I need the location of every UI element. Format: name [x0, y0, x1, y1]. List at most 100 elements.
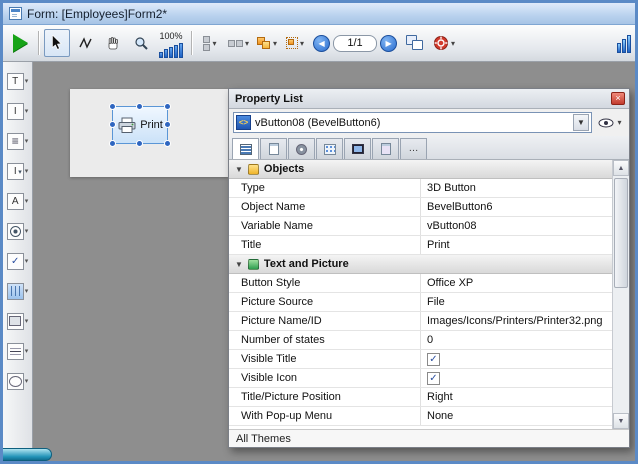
selection-handle[interactable] [109, 103, 116, 110]
property-row[interactable]: Type 3D Button [229, 179, 612, 198]
tab-events[interactable] [372, 138, 399, 159]
collapse-triangle-icon[interactable]: ▼ [235, 260, 243, 269]
selection-handle[interactable] [136, 103, 143, 110]
zoom-bars-icon[interactable] [159, 42, 183, 58]
windows-button[interactable] [402, 29, 428, 57]
next-page-button[interactable]: ▶ [380, 35, 397, 52]
property-row[interactable]: Number of states 0 [229, 331, 612, 350]
property-value[interactable]: BevelButton6 [421, 198, 612, 216]
property-value[interactable]: File [421, 293, 612, 311]
selection-handle[interactable] [109, 121, 116, 128]
chevron-down-icon[interactable]: ▾ [25, 137, 29, 145]
scroll-up-button[interactable]: ▲ [613, 160, 629, 176]
palette-tool-text[interactable]: T▾ [7, 68, 29, 94]
chevron-down-icon[interactable]: ▾ [25, 197, 29, 205]
tab-display[interactable] [344, 138, 371, 159]
tab-appearance[interactable] [260, 138, 287, 159]
palette-tool-label[interactable]: A▾ [7, 188, 29, 214]
chevron-down-icon[interactable]: ▾ [25, 77, 29, 85]
property-row[interactable]: Picture Source File [229, 293, 612, 312]
property-scrollbar[interactable]: ▲ ▼ [612, 160, 629, 429]
chevron-down-icon[interactable]: ▾ [25, 377, 29, 385]
property-row[interactable]: With Pop-up Menu None [229, 407, 612, 426]
chevron-down-icon[interactable]: ▾ [25, 227, 29, 235]
palette-tool-combo[interactable]: I▾ [7, 158, 29, 184]
selection-handle[interactable] [109, 140, 116, 147]
previous-page-button[interactable]: ◀ [313, 35, 330, 52]
selection-handle[interactable] [164, 121, 171, 128]
palette-tool-rectangle[interactable]: ▾ [7, 308, 29, 334]
grid-icon [286, 37, 298, 49]
property-row[interactable]: Title Print [229, 236, 612, 255]
form-page[interactable]: Print [70, 89, 228, 177]
print-button-object[interactable]: Print [112, 106, 168, 144]
property-row[interactable]: Title/Picture Position Right [229, 388, 612, 407]
palette-tool-list[interactable]: ▾ [7, 128, 29, 154]
settings-button[interactable]: ▾ [430, 29, 458, 57]
pan-tool-button[interactable] [100, 29, 126, 57]
property-value[interactable]: Print [421, 236, 612, 254]
property-value[interactable]: vButton08 [421, 217, 612, 235]
palette-tool-splitter[interactable]: ▾ [7, 338, 29, 364]
tab-coordinates[interactable] [316, 138, 343, 159]
property-value[interactable]: Office XP [421, 274, 612, 292]
chevron-down-icon[interactable]: ▾ [25, 167, 29, 175]
distribute-button[interactable]: ▾ [225, 29, 252, 57]
property-row[interactable]: Button Style Office XP [229, 274, 612, 293]
property-row[interactable]: Visible Icon ✓ [229, 369, 612, 388]
tab-all-properties[interactable] [232, 138, 259, 159]
property-row[interactable]: Object Name BevelButton6 [229, 198, 612, 217]
align-button[interactable]: ▾ [197, 29, 223, 57]
form-canvas[interactable]: Print Property List × [33, 62, 635, 461]
palette-tool-input[interactable]: I▾ [7, 98, 29, 124]
scroll-down-button[interactable]: ▼ [613, 413, 629, 429]
chevron-down-icon[interactable]: ▾ [25, 107, 29, 115]
chevron-down-icon[interactable]: ▾ [25, 317, 29, 325]
zoom-widget[interactable]: 100% [156, 28, 186, 58]
palette-tool-oval[interactable]: ▾ [7, 368, 29, 394]
chevron-down-icon[interactable]: ▾ [25, 287, 29, 295]
level-button[interactable]: ▾ [254, 29, 280, 57]
property-value[interactable]: Right [421, 388, 612, 406]
view-options-button[interactable]: ▾ [595, 112, 625, 133]
palette-tool-checkbox[interactable]: ▾ [7, 248, 29, 274]
theme-footer[interactable]: All Themes [229, 429, 629, 447]
property-value[interactable]: Images/Icons/Printers/Printer32.png [421, 312, 612, 330]
tab-settings[interactable] [288, 138, 315, 159]
checkbox-checked[interactable]: ✓ [427, 372, 440, 385]
clipped-toolbar-icon[interactable] [617, 33, 631, 53]
chevron-down-icon[interactable]: ▾ [25, 257, 29, 265]
property-row[interactable]: Picture Name/ID Images/Icons/Printers/Pr… [229, 312, 612, 331]
palette-tool-buttonbar[interactable]: ▾ [7, 278, 29, 304]
collapse-triangle-icon[interactable]: ▼ [235, 165, 243, 174]
selection-handle[interactable] [164, 103, 171, 110]
object-selector-dropdown[interactable]: <> vButton08 (BevelButton6) ▼ [233, 112, 592, 133]
property-row[interactable]: Visible Title ✓ [229, 350, 612, 369]
property-row[interactable]: Variable Name vButton08 [229, 217, 612, 236]
chevron-down-icon[interactable]: ▾ [25, 347, 29, 355]
polyline-tool-button[interactable] [72, 29, 98, 57]
selection-handle[interactable] [164, 140, 171, 147]
section-header-objects[interactable]: ▼ Objects [229, 160, 612, 179]
close-icon[interactable]: × [611, 92, 625, 105]
tab-more[interactable]: … [400, 138, 427, 159]
chevron-down-icon[interactable]: ▼ [573, 114, 589, 131]
selection-handle[interactable] [136, 140, 143, 147]
palette-tool-radio[interactable]: ▾ [7, 218, 29, 244]
selection-tool-button[interactable] [44, 29, 70, 57]
zoom-tool-button[interactable] [128, 29, 154, 57]
scroll-track[interactable] [613, 176, 629, 413]
property-list-header[interactable]: Property List × [229, 89, 629, 109]
property-name: Visible Title [229, 350, 421, 368]
property-value[interactable]: None [421, 407, 612, 425]
run-form-button[interactable] [7, 29, 33, 57]
grid-button[interactable]: ▾ [282, 29, 308, 57]
collapsed-bar-accent[interactable] [3, 448, 52, 461]
property-value[interactable]: 0 [421, 331, 612, 349]
section-header-text-and-picture[interactable]: ▼ Text and Picture [229, 255, 612, 274]
property-value[interactable]: 3D Button [421, 179, 612, 197]
scroll-thumb[interactable] [614, 178, 628, 288]
title-bar[interactable]: Form: [Employees]Form2* [3, 3, 635, 25]
main-area: T▾ I▾ ▾ I▾ A▾ ▾ ▾ ▾ ▾ ▾ ▾ [3, 62, 635, 461]
checkbox-checked[interactable]: ✓ [427, 353, 440, 366]
